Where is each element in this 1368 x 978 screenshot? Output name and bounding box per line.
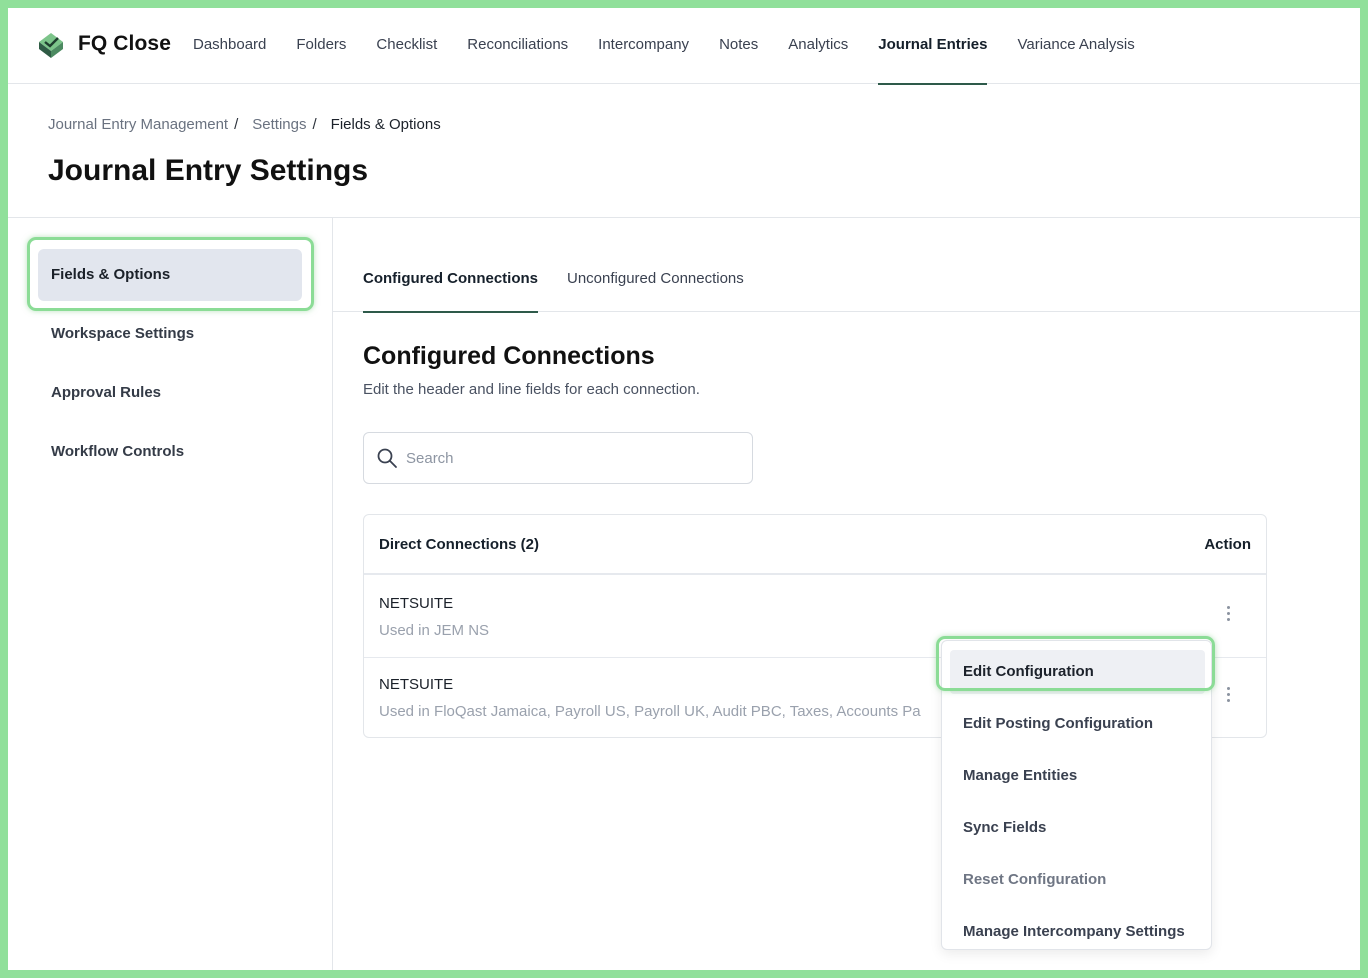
breadcrumb-separator: /: [234, 116, 239, 133]
tab-unconfigured-connections[interactable]: Unconfigured Connections: [567, 218, 744, 312]
section-title: Configured Connections: [363, 342, 655, 370]
search-box[interactable]: [363, 432, 753, 484]
more-actions-icon[interactable]: [1220, 684, 1236, 710]
breadcrumb-settings[interactable]: Settings: [252, 116, 306, 133]
section-subtitle: Edit the header and line fields for each…: [363, 381, 700, 398]
search-icon: [377, 448, 397, 468]
nav-analytics[interactable]: Analytics: [773, 8, 863, 84]
connection-name: NETSUITE: [379, 676, 454, 693]
app-window: FQ Close Dashboard Folders Checklist Rec…: [8, 8, 1360, 970]
column-action: Action: [1204, 536, 1251, 553]
sidebar: Fields & Options Workspace Settings Appr…: [8, 218, 333, 970]
brand-name[interactable]: FQ Close: [78, 32, 171, 56]
nav-journal-entries[interactable]: Journal Entries: [863, 8, 1002, 85]
connection-name: NETSUITE: [379, 595, 454, 612]
table-header: Direct Connections (2) Action: [364, 515, 1266, 575]
nav-dashboard[interactable]: Dashboard: [178, 8, 281, 84]
menu-edit-posting-configuration[interactable]: Edit Posting Configuration: [950, 702, 1205, 746]
search-input[interactable]: [406, 445, 736, 471]
nav-reconciliations[interactable]: Reconciliations: [452, 8, 583, 84]
nav-folders[interactable]: Folders: [281, 8, 361, 84]
menu-highlight-ring: [936, 636, 1215, 691]
menu-sync-fields[interactable]: Sync Fields: [950, 806, 1205, 850]
breadcrumb: Journal Entry Management / Settings / Fi…: [48, 116, 441, 133]
more-actions-icon[interactable]: [1220, 603, 1236, 629]
top-nav: FQ Close Dashboard Folders Checklist Rec…: [8, 8, 1360, 85]
breadcrumb-current: Fields & Options: [330, 116, 441, 133]
page-title: Journal Entry Settings: [48, 154, 369, 187]
tab-bar: Configured Connections Unconfigured Conn…: [333, 218, 1360, 313]
nav-intercompany[interactable]: Intercompany: [583, 8, 704, 84]
sidebar-item-approval-rules[interactable]: Approval Rules: [38, 367, 302, 419]
fq-logo-icon: [39, 33, 63, 58]
sidebar-highlight-ring: [27, 237, 314, 311]
breadcrumb-separator: /: [312, 116, 317, 133]
sidebar-item-workflow-controls[interactable]: Workflow Controls: [38, 426, 302, 478]
nav-items: Dashboard Folders Checklist Reconciliati…: [178, 8, 1150, 85]
column-direct-connections: Direct Connections (2): [379, 536, 540, 553]
connection-usage: Used in FloQast Jamaica, Payroll US, Pay…: [379, 703, 921, 720]
nav-variance-analysis[interactable]: Variance Analysis: [1002, 8, 1149, 84]
connection-usage: Used in JEM NS: [379, 622, 490, 639]
menu-manage-intercompany-settings[interactable]: Manage Intercompany Settings: [950, 910, 1205, 954]
nav-notes[interactable]: Notes: [704, 8, 773, 84]
breadcrumb-journal-entry-management[interactable]: Journal Entry Management: [48, 116, 228, 133]
sidebar-item-workspace-settings[interactable]: Workspace Settings: [38, 308, 302, 360]
tab-configured-connections[interactable]: Configured Connections: [363, 218, 538, 313]
nav-checklist[interactable]: Checklist: [361, 8, 452, 84]
menu-reset-configuration[interactable]: Reset Configuration: [950, 858, 1205, 902]
menu-manage-entities[interactable]: Manage Entities: [950, 754, 1205, 798]
